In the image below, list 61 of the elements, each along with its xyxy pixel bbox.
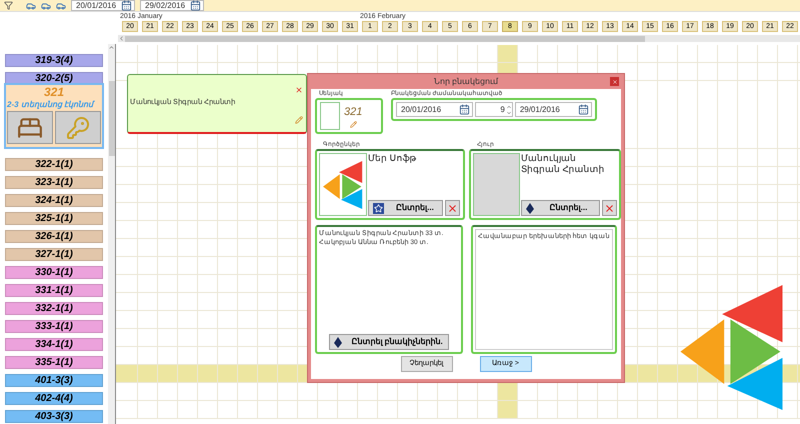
calendar-icon[interactable] (578, 104, 589, 115)
nights-field[interactable]: 9 (475, 102, 513, 117)
dialog-title: Նոր բնակեցում (434, 76, 498, 88)
star-icon (373, 202, 384, 214)
room-type: 2-3 տեղանոց էկոնոմ (6, 100, 94, 110)
calendar-icon[interactable] (121, 0, 132, 11)
vertical-scrollbar[interactable] (108, 44, 116, 424)
choose-partner-button[interactable]: Ընտրել... (368, 200, 443, 216)
filter-icon[interactable] (4, 1, 13, 10)
room-item[interactable]: 331-1(1) (5, 284, 103, 297)
room-item[interactable]: 319-3(4) (5, 54, 103, 67)
room-number: 321 (344, 105, 362, 120)
horizontal-scrollbar[interactable] (118, 35, 800, 42)
choose-guest-button[interactable]: Ընտրել... (521, 200, 600, 216)
room-item[interactable]: 403-3(3) (5, 410, 103, 423)
room-item[interactable]: 327-1(1) (5, 248, 103, 261)
photo-placeholder (473, 153, 520, 216)
room-item[interactable]: 332-1(1) (5, 302, 103, 315)
key-icon (66, 116, 90, 140)
diamond-icon (526, 202, 534, 214)
car-icon[interactable] (41, 0, 51, 10)
delete-icon (447, 202, 458, 214)
room-item[interactable]: 322-1(1) (5, 158, 103, 171)
end-date-field[interactable]: 29/01/2016 (514, 102, 592, 117)
edit-icon[interactable] (295, 116, 303, 124)
start-date-field[interactable]: 20/01/2016 (396, 102, 474, 117)
room-item[interactable]: 326-1(1) (5, 230, 103, 243)
room-item[interactable]: 330-1(1) (5, 266, 103, 279)
room-thumbnail (320, 102, 340, 130)
calendar-icon[interactable] (190, 0, 201, 11)
calendar-icon[interactable] (459, 104, 470, 115)
room-item[interactable]: 325-1(1) (5, 212, 103, 225)
room-item[interactable]: 334-1(1) (5, 338, 103, 351)
delete-icon (604, 202, 615, 214)
date-from-field[interactable]: 20/01/2016 (71, 0, 135, 11)
scroll-left-icon[interactable] (118, 35, 125, 42)
room-item[interactable]: 335-1(1) (5, 356, 103, 369)
clear-button[interactable] (445, 200, 460, 216)
room-item[interactable]: 333-1(1) (5, 320, 103, 333)
clear-button[interactable] (602, 200, 617, 216)
car-icon[interactable] (56, 0, 66, 10)
date-to-field[interactable]: 29/02/2016 (140, 0, 204, 11)
room-number: 321 (44, 85, 64, 100)
spin-down-icon[interactable] (506, 110, 512, 116)
choose-residents-button[interactable]: Ընտրել բնակիչներին. (328, 334, 449, 350)
room-item[interactable]: 323-1(1) (5, 176, 103, 189)
delete-icon[interactable] (295, 86, 303, 94)
partner-logo (323, 158, 363, 210)
scroll-up-icon[interactable] (108, 44, 115, 51)
bed-calendar-button[interactable] (7, 111, 53, 144)
edit-icon[interactable] (350, 120, 357, 128)
diamond-icon (334, 336, 342, 348)
room-item[interactable]: 324-1(1) (5, 194, 103, 207)
room-item[interactable]: 401-3(3) (5, 374, 103, 387)
partner-name: Մեր Սոֆթ (368, 153, 418, 164)
car-icon[interactable] (26, 0, 36, 10)
spin-up-icon[interactable] (506, 104, 512, 110)
guest-name: Մանուկյան Տիգրան Հրանտի (521, 153, 606, 175)
close-icon (612, 78, 618, 84)
close-button[interactable] (610, 77, 619, 86)
room-item[interactable]: 402-4(4) (5, 392, 103, 405)
